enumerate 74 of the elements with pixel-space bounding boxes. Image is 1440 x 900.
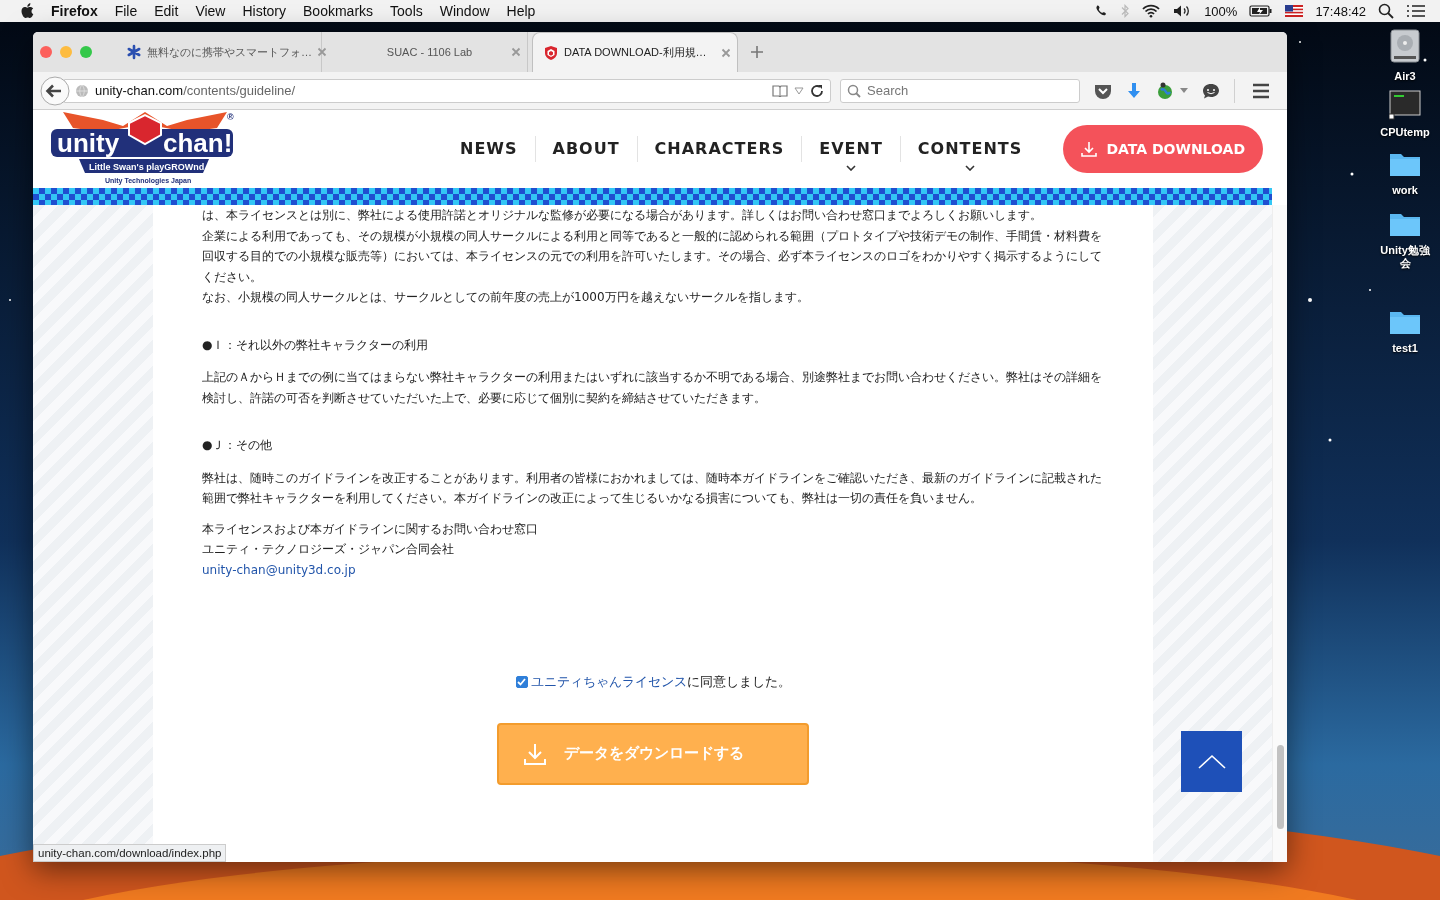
reader-view-icon[interactable] xyxy=(772,84,788,97)
menu-item[interactable]: Help xyxy=(506,3,536,19)
section-heading: ●Ｉ：それ以外の弊社キャラクターの利用 xyxy=(202,336,430,354)
battery-percent: 100% xyxy=(1204,3,1238,19)
search-icon xyxy=(847,83,861,98)
tab-title: 無料なのに携帯やスマートフォ… xyxy=(147,44,312,60)
menu-item[interactable]: Window xyxy=(439,3,490,19)
paragraph: は、本ライセンスとは別に、弊社による使用許諾とオリジナルな監修が必要になる場合があります。詳しくはお問い合わせ窓口までよろしくお願いします。 xyxy=(202,207,1043,224)
nav-link[interactable]: NEWS xyxy=(460,136,518,162)
contact-line: ユニティ・テクノロジーズ・ジャパン合同会社 xyxy=(202,541,455,558)
nav-link[interactable]: CHARACTERS xyxy=(654,136,785,162)
email-link[interactable]: unity-chan@unity3d.co.jp xyxy=(202,559,356,580)
menu-item[interactable]: Tools xyxy=(390,3,423,19)
download-icon[interactable] xyxy=(1126,81,1142,100)
nav-link[interactable]: ABOUT xyxy=(552,136,620,162)
contact-line: 本ライセンスおよび本ガイドラインに関するお問い合わせ窓口 xyxy=(202,520,539,538)
apple-icon[interactable] xyxy=(20,3,34,19)
menu-item[interactable]: Bookmarks xyxy=(303,3,374,19)
new-tab-icon[interactable] xyxy=(750,45,764,59)
logo-text: unity xyxy=(57,128,120,158)
desktop-icon-label[interactable]: work xyxy=(1377,184,1433,197)
chat-icon[interactable] xyxy=(1202,81,1220,100)
browser-tab[interactable]: DATA DOWNLOAD-利用規… xyxy=(532,32,738,72)
app-menu[interactable]: Firefox xyxy=(51,3,98,19)
tab-title: DATA DOWNLOAD-利用規… xyxy=(564,45,708,60)
agree-checkbox[interactable] xyxy=(515,676,528,689)
tab-title: SUAC - 1106 Lab xyxy=(385,46,474,58)
menu-item[interactable]: File xyxy=(114,3,138,19)
checkmark-icon xyxy=(517,678,526,687)
close-icon[interactable] xyxy=(721,47,731,58)
pocket-icon[interactable] xyxy=(1094,82,1112,99)
list-icon[interactable] xyxy=(1406,4,1426,18)
logo-text: chan! xyxy=(163,128,233,158)
reload-icon[interactable] xyxy=(810,83,824,98)
desktop-icon-label[interactable]: Unity勉強会 xyxy=(1377,244,1433,270)
battery-icon[interactable] xyxy=(1249,5,1274,17)
shield-icon xyxy=(543,44,559,61)
license-link[interactable]: ユニティちゃんライセンス xyxy=(530,674,687,689)
desktop-icon-label[interactable]: Air3 xyxy=(1377,70,1433,83)
menu-item[interactable]: View xyxy=(195,3,226,19)
nav-link[interactable]: EVENT xyxy=(819,136,883,162)
paragraph: 上記のＡからＨまでの例に当てはまらない弊社キャラクターの利用またはいずれに該当するか不明である場合、別途弊社までお問い合わせください。弊社はその詳細を検討し、許諾の可否を判断させていただいた上で、必要に応じて個別に契約を締結させていただきます。 xyxy=(202,369,1103,407)
paragraph: 企業による利用であっても、その規模が小規模の同人サークルによる利用と同等であると一般的に認められる範囲（プロトタイプや技術デモの制作、手間賃・材料費を回収する目的での小規模な販売等）においては、本ライセンスの元での利用を許可いたします。その場合、必ず本ライセンスのロゴをわかりやすく掲示するようにしてください。 xyxy=(202,227,1103,286)
desktop-icon-label[interactable]: CPUtemp xyxy=(1377,126,1433,139)
registered-mark: ® xyxy=(227,112,234,122)
search-field[interactable]: Search xyxy=(840,78,1080,103)
menu-icon[interactable] xyxy=(1252,82,1270,99)
wifi-icon[interactable] xyxy=(1142,4,1161,18)
url-text: unity-chan.com/contents/guideline/ xyxy=(95,83,297,98)
download-icon xyxy=(523,741,547,766)
flag-icon[interactable] xyxy=(1285,5,1304,17)
menu-item[interactable]: Edit xyxy=(154,3,179,19)
agree-label: ユニティちゃんライセンス に同意しました。 xyxy=(530,673,791,691)
terminal-icon[interactable] xyxy=(1389,90,1421,120)
nav-link[interactable]: CONTENTS xyxy=(917,136,1023,162)
status-url: unity-chan.com/download/index.php xyxy=(33,844,227,862)
back-button-icon[interactable] xyxy=(40,75,70,106)
desktop-icon-label[interactable]: test1 xyxy=(1377,342,1433,355)
globe-icon xyxy=(75,83,89,98)
asterisk-icon xyxy=(126,44,142,60)
section-heading: ●Ｊ：その他 xyxy=(202,437,274,454)
download-icon xyxy=(1081,141,1098,157)
search-icon[interactable] xyxy=(1378,3,1394,19)
drive-icon[interactable] xyxy=(1389,28,1421,64)
globe-icon[interactable] xyxy=(1156,81,1174,100)
scrollbar-thumb[interactable] xyxy=(1276,745,1284,829)
address-field[interactable]: unity-chan.com/contents/guideline/ xyxy=(64,78,831,103)
menu-item[interactable]: History xyxy=(242,3,287,19)
paragraph: 弊社は、随時このガイドラインを改正することがあります。利用者の皆様におかれましては、随時本ガイドラインをご確認いただき、最新のガイドラインに記載された範囲で弊社キャラクターを利用してください。本ガイドラインの改正によって生じるいかなる損害についても、弊社は一切の責任を負いません。 xyxy=(202,469,1103,507)
clock[interactable]: 17:48:42 xyxy=(1315,3,1366,19)
paragraph: なお、小規模の同人サークルとは、サークルとしての前年度の売上が1000万円を越えないサークルを指します。 xyxy=(202,289,810,306)
logo-tagline: Little Swan's playGROWnd xyxy=(89,162,205,172)
chevron-up-icon xyxy=(1196,753,1227,770)
dropdown-icon[interactable] xyxy=(1180,87,1188,94)
